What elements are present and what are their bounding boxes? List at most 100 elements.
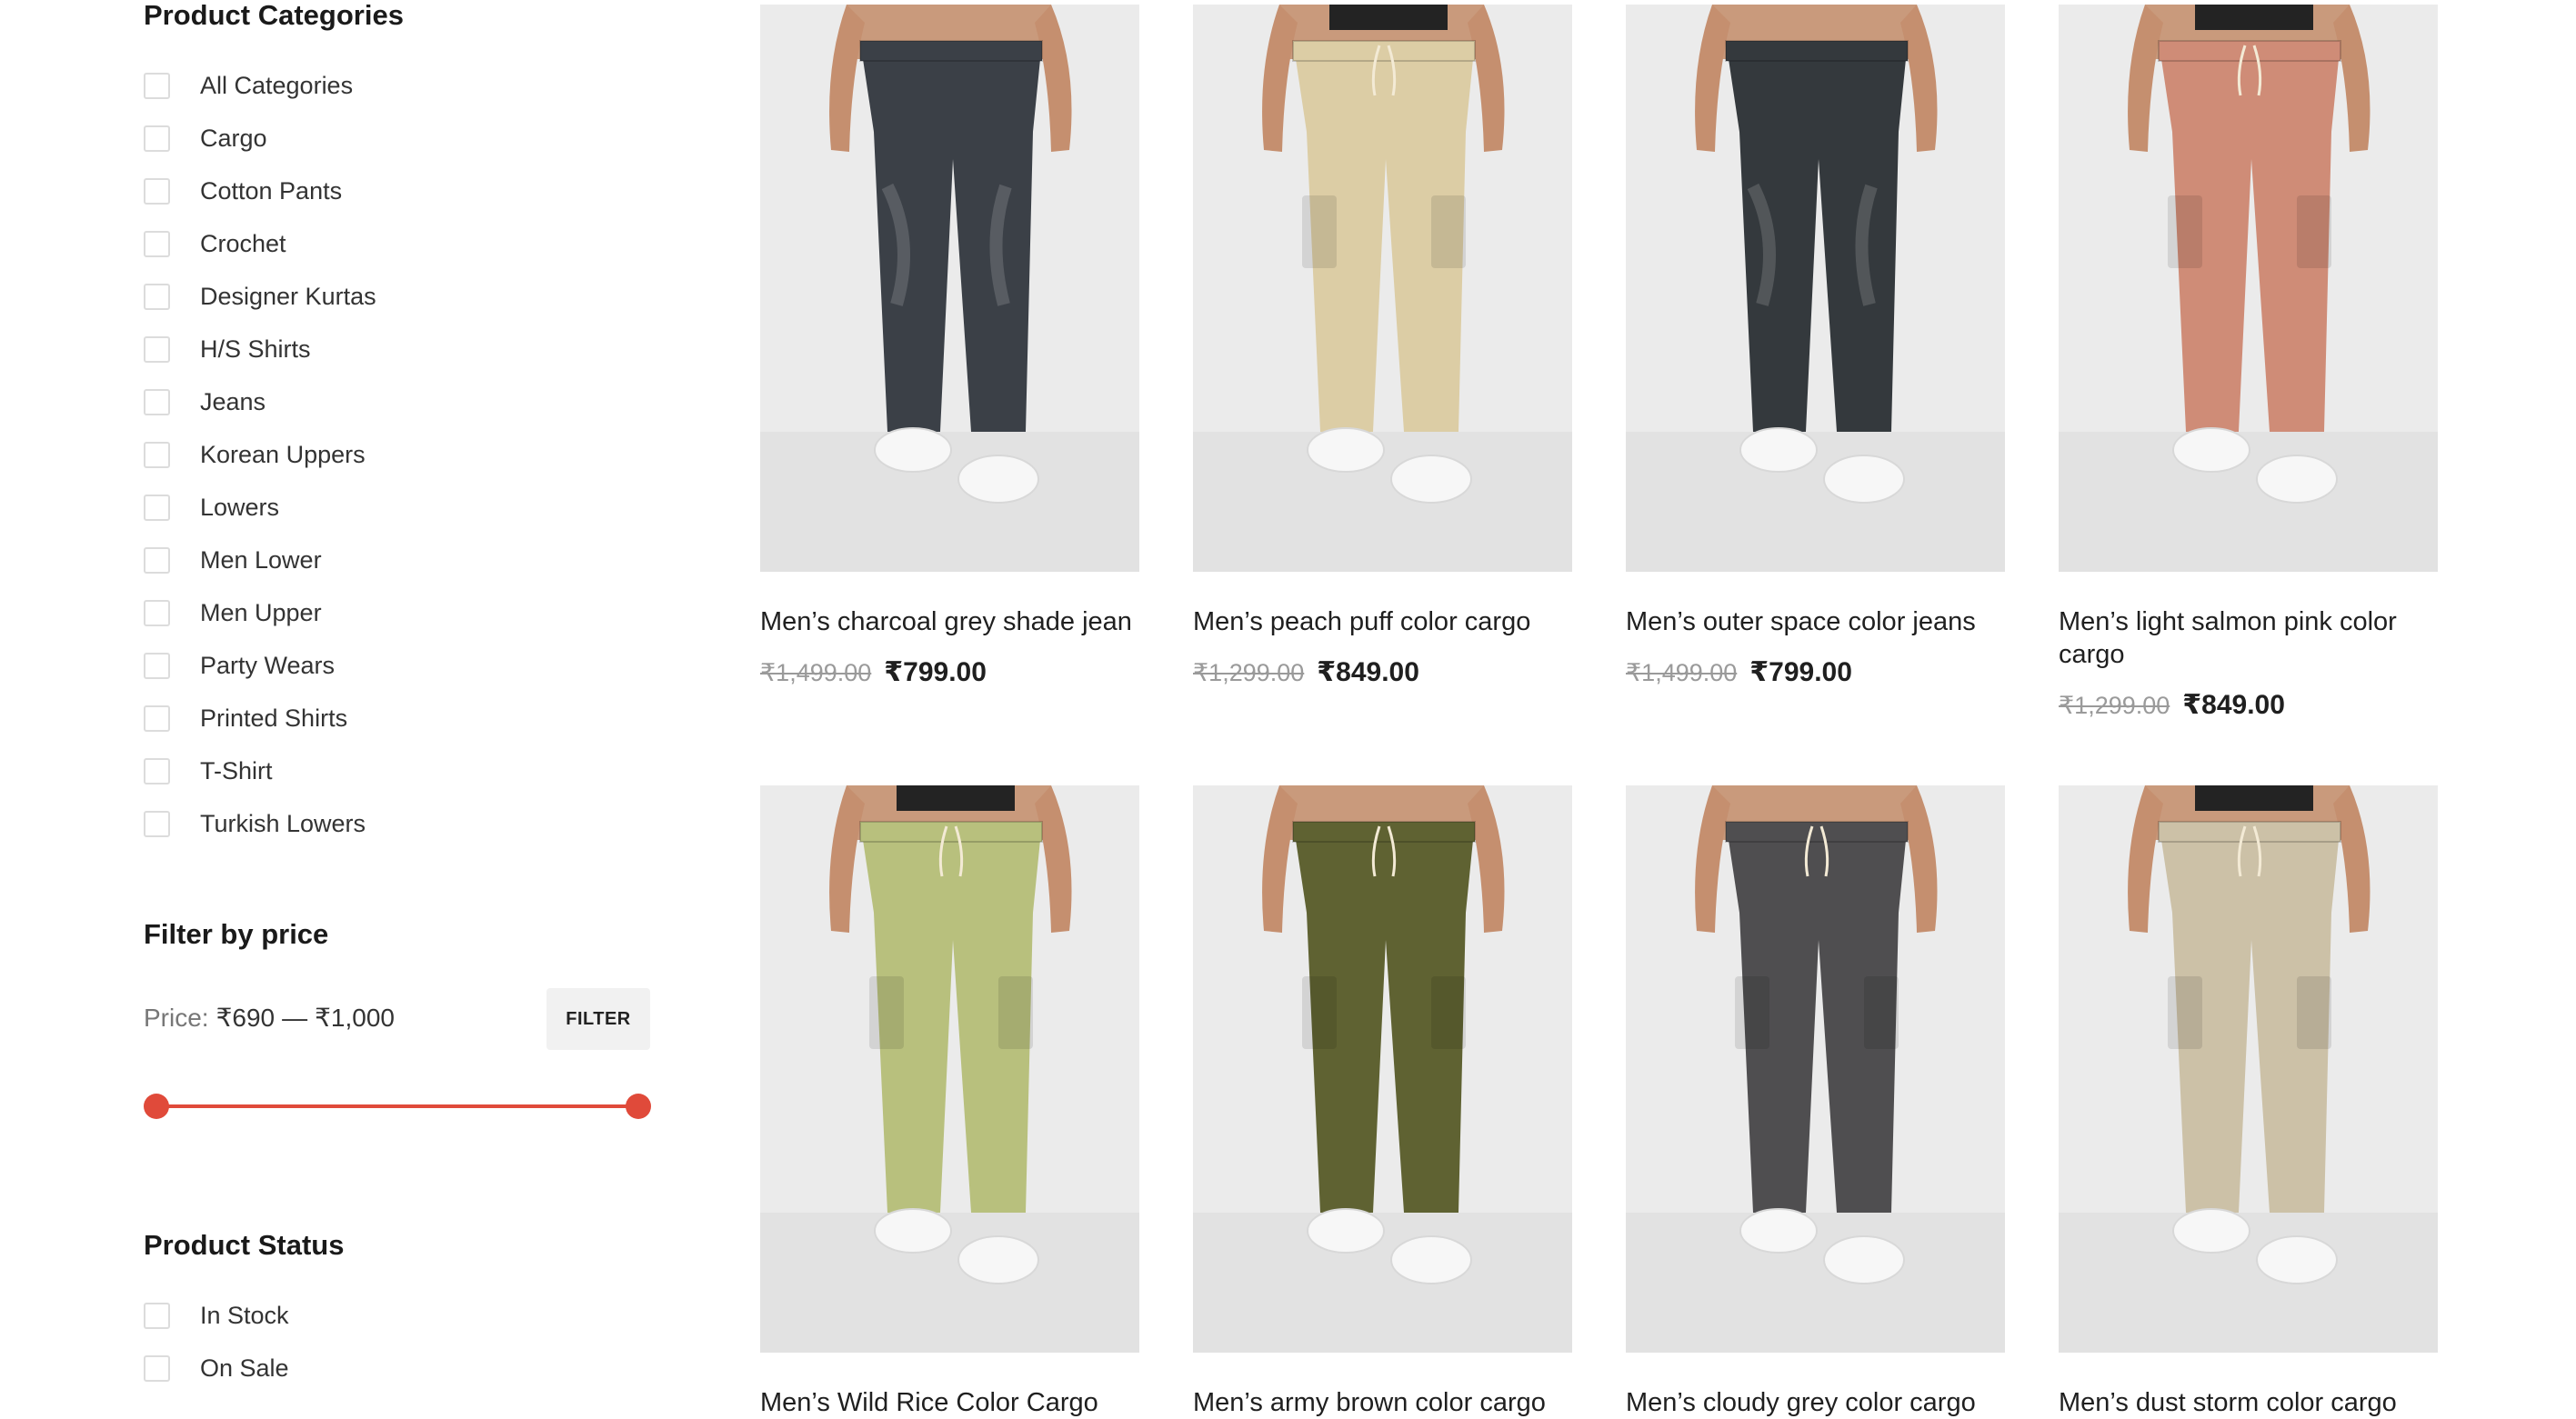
product-title[interactable]: Men’s outer space color jeans [1626, 605, 2005, 638]
category-checkbox[interactable] [144, 705, 170, 732]
left-shoe [1739, 1208, 1818, 1254]
product-card[interactable]: Men’s peach puff color cargo ₹1,299.00 ₹84… [1193, 5, 1572, 688]
category-filter-item[interactable]: Turkish Lowers [144, 808, 366, 839]
product-card[interactable]: Men’s charcoal grey shade jean ₹1,499.00 ₹… [760, 5, 1139, 688]
product-image[interactable] [2059, 5, 2438, 572]
category-label: Korean Uppers [200, 440, 366, 468]
price-separator: — [282, 1003, 308, 1032]
category-filter-item[interactable]: Korean Uppers [144, 439, 366, 470]
category-checkbox[interactable] [144, 757, 170, 784]
price-row: ₹1,499.00 ₹799.00 [760, 656, 1139, 688]
category-filter-item[interactable]: Men Upper [144, 597, 322, 628]
category-label: Cotton Pants [200, 176, 343, 205]
product-title[interactable]: Men’s peach puff color cargo [1193, 605, 1572, 638]
product-image[interactable] [1626, 785, 2005, 1353]
category-checkbox[interactable] [144, 441, 170, 468]
price-slider-min-handle[interactable] [144, 1094, 169, 1119]
category-label: All Categories [200, 71, 354, 99]
category-label: Cargo [200, 124, 267, 152]
product-image[interactable] [2059, 785, 2438, 1353]
category-checkbox[interactable] [144, 810, 170, 837]
product-image[interactable] [760, 5, 1139, 572]
category-filter-item[interactable]: Designer Kurtas [144, 281, 376, 312]
price-max-value: ₹1,000 [315, 1004, 395, 1032]
product-image[interactable] [1193, 785, 1572, 1353]
tshirt [2195, 785, 2313, 811]
left-shoe [1307, 427, 1385, 473]
product-card[interactable]: Men’s Wild Rice Color Cargo [760, 785, 1139, 1419]
category-label: Jeans [200, 387, 266, 415]
category-filter-item[interactable]: Crochet [144, 228, 286, 259]
category-label: Designer Kurtas [200, 282, 376, 310]
category-checkbox[interactable] [144, 494, 170, 521]
product-card[interactable]: Men’s outer space color jeans ₹1,499.00 ₹7… [1626, 5, 2005, 688]
category-checkbox[interactable] [144, 546, 170, 574]
category-label: T-Shirt [200, 756, 273, 784]
category-filter-item[interactable]: Men Lower [144, 545, 322, 575]
price-slider-max-handle[interactable] [626, 1094, 651, 1119]
price-row: ₹1,299.00 ₹849.00 [1193, 656, 1572, 688]
sale-price: ₹799.00 [1749, 657, 1852, 687]
category-filter-item[interactable]: Party Wears [144, 650, 335, 681]
cargo-pocket-right [1864, 976, 1899, 1049]
waistband [1292, 40, 1476, 62]
left-shoe [874, 1208, 952, 1254]
waistband [859, 821, 1043, 843]
right-shoe [2256, 455, 2338, 504]
product-title[interactable]: Men’s Wild Rice Color Cargo [760, 1386, 1139, 1419]
product-status-title: Product Status [144, 1229, 345, 1261]
cargo-pocket-right [1431, 976, 1466, 1049]
cargo-pocket-left [2168, 976, 2202, 1049]
cargo-icon [1193, 5, 1572, 572]
product-image[interactable] [1193, 5, 1572, 572]
cargo-pocket-left [1302, 976, 1337, 1049]
cargo-pocket-left [2168, 195, 2202, 268]
category-checkbox[interactable] [144, 125, 170, 152]
product-title[interactable]: Men’s cloudy grey color cargo [1626, 1386, 2005, 1419]
product-image[interactable] [760, 785, 1139, 1353]
category-checkbox[interactable] [144, 335, 170, 363]
category-filter-item[interactable]: H/S Shirts [144, 334, 311, 365]
category-checkbox[interactable] [144, 283, 170, 310]
category-filter-item[interactable]: T-Shirt [144, 755, 273, 786]
category-checkbox[interactable] [144, 599, 170, 626]
product-title[interactable]: Men’s dust storm color cargo [2059, 1386, 2438, 1419]
category-filter-item[interactable]: Cotton Pants [144, 175, 342, 206]
category-filter-item[interactable]: Cargo [144, 123, 267, 154]
category-checkbox[interactable] [144, 177, 170, 205]
sale-price: ₹849.00 [2182, 690, 2285, 720]
filter-button[interactable]: FILTER [546, 988, 650, 1050]
waistband [2158, 821, 2341, 843]
status-checkbox[interactable] [144, 1302, 170, 1329]
cargo-pocket-right [998, 976, 1033, 1049]
waistband [1725, 821, 1909, 843]
category-filter-item[interactable]: Printed Shirts [144, 703, 347, 734]
product-image[interactable] [1626, 5, 2005, 572]
product-title[interactable]: Men’s charcoal grey shade jean [760, 605, 1139, 638]
status-filter-item[interactable]: On Sale [144, 1353, 289, 1384]
category-checkbox[interactable] [144, 72, 170, 99]
status-filter-item[interactable]: In Stock [144, 1300, 289, 1331]
status-checkbox[interactable] [144, 1354, 170, 1382]
product-card[interactable]: Men’s cloudy grey color cargo [1626, 785, 2005, 1419]
left-shoe [1307, 1208, 1385, 1254]
jeans-icon [760, 5, 1139, 572]
price-slider-track[interactable] [156, 1104, 638, 1108]
cargo-pocket-left [1302, 195, 1337, 268]
category-checkbox[interactable] [144, 388, 170, 415]
price-row: ₹1,299.00 ₹849.00 [2059, 689, 2438, 721]
product-card[interactable]: Men’s light salmon pink color cargo ₹1,29… [2059, 5, 2438, 721]
product-card[interactable]: Men’s dust storm color cargo [2059, 785, 2438, 1419]
category-label: Men Lower [200, 545, 322, 574]
price-row: ₹1,499.00 ₹799.00 [1626, 656, 2005, 688]
category-checkbox[interactable] [144, 652, 170, 679]
category-filter-item[interactable]: All Categories [144, 70, 353, 101]
sale-price: ₹849.00 [1317, 657, 1419, 687]
category-filter-item[interactable]: Lowers [144, 492, 279, 523]
product-card[interactable]: Men’s army brown color cargo [1193, 785, 1572, 1419]
category-filter-item[interactable]: Jeans [144, 386, 266, 417]
product-title[interactable]: Men’s army brown color cargo [1193, 1386, 1572, 1419]
category-checkbox[interactable] [144, 230, 170, 257]
cargo-icon [2059, 5, 2438, 572]
product-title[interactable]: Men’s light salmon pink color cargo [2059, 605, 2438, 671]
